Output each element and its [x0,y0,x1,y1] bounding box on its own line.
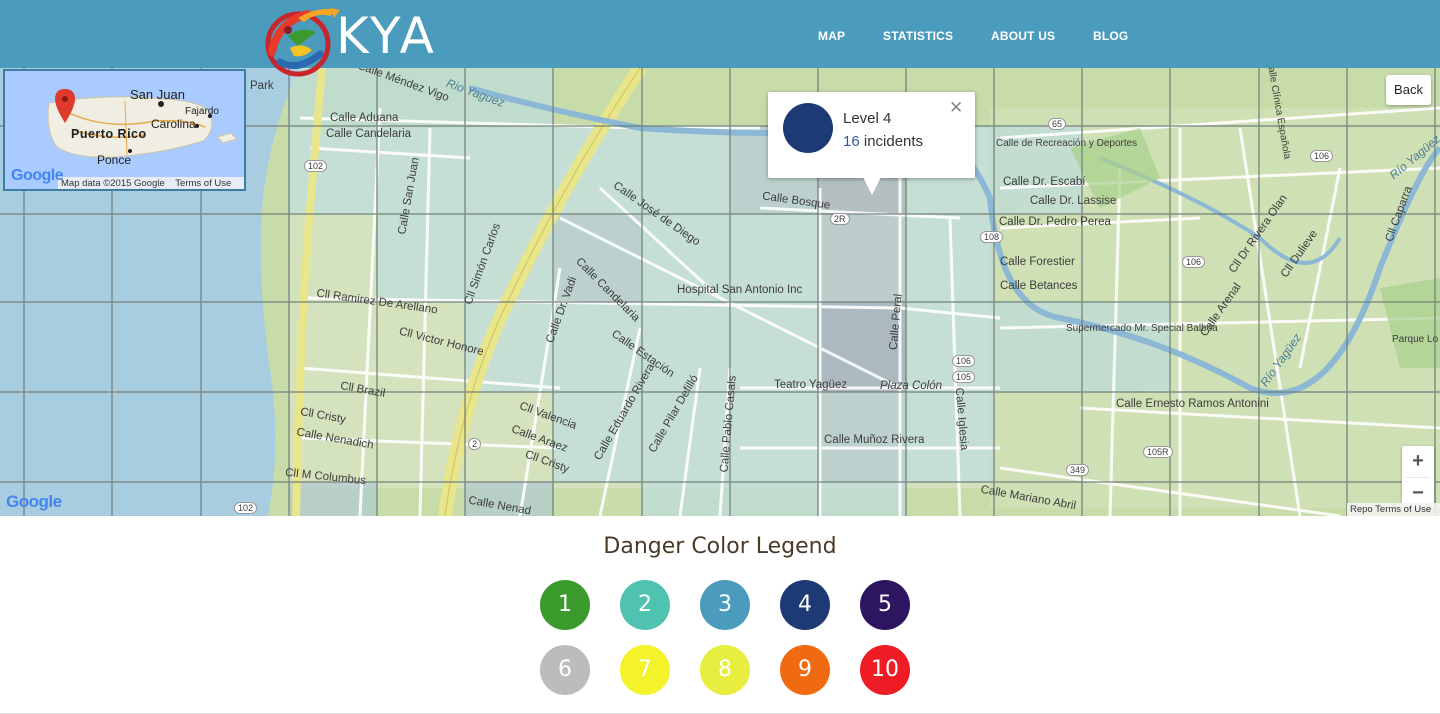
route-badge: 106 [952,355,976,367]
legend-level-2: 2 [620,580,670,630]
legend-level-6: 6 [540,645,590,695]
back-button[interactable]: Back [1386,75,1431,105]
map-label: Parque Lo Muñoz Riv [1392,334,1440,345]
map-label: Teatro Yagüez [774,379,848,391]
legend-level-8: 8 [700,645,750,695]
nav-blog[interactable]: BLOG [1093,29,1128,43]
incident-info-window: Level 4 16 incidents ✕ [768,92,975,195]
inset-city-carolina: Carolina [151,117,196,131]
route-badge: 105R [1143,446,1173,458]
inset-city-fajardo: Fajardo [185,106,219,117]
route-badge: 2 [468,438,482,450]
brand-name: KYA [336,7,437,65]
route-badge: 106 [1310,150,1334,162]
nav-about-us[interactable]: ABOUT US [991,29,1055,43]
inset-locator-map[interactable]: San Juan Fajardo Carolina Puerto Rico Po… [3,69,246,191]
legend-title: Danger Color Legend [603,534,837,559]
inset-google-logo: Google [11,167,64,184]
route-badge: 2R [830,213,850,225]
map-label: Calle Forestier [1000,256,1075,268]
info-level: Level 4 [843,110,892,127]
zoom-controls: + − [1402,446,1434,508]
inset-map-data: Map data ©2015 Google [61,178,165,189]
map-attribution[interactable]: Repo Terms of Use [1347,503,1440,516]
legend-level-10: 10 [860,645,910,695]
kya-logo[interactable]: KYA [258,2,443,78]
google-logo: Google [6,492,62,511]
nav-map[interactable]: MAP [818,29,845,43]
inset-city-ponce: Ponce [97,153,132,167]
nav-statistics[interactable]: STATISTICS [883,29,953,43]
danger-level-dot [783,103,833,153]
route-badge: 65 [1048,118,1067,130]
map-label: Calle Dr. Escabí [1003,176,1086,188]
inset-country-puerto-rico: Puerto Rico [71,127,147,141]
route-badge: 106 [1182,256,1206,268]
route-badge: 102 [304,160,328,172]
legend-level-7: 7 [620,645,670,695]
legend-level-3: 3 [700,580,750,630]
map-label: Calle de Recreación y Deportes [996,138,1138,149]
route-badge: 349 [1066,464,1090,476]
info-incident-count: 16 [843,133,860,150]
close-icon[interactable]: ✕ [949,98,963,118]
inset-attribution-bar: Map data ©2015 Google Terms of Use [58,177,244,189]
map-label: Plaza Colón [880,380,943,392]
map-label: Hospital San Antonio Inc [677,284,803,296]
info-window-tail [863,177,881,195]
inset-city-san-juan: San Juan [130,87,185,102]
top-navbar: MAP STATISTICS ABOUT US BLOG [0,0,1440,68]
route-badge: 105 [952,371,976,383]
info-incidents: 16 incidents [843,133,923,150]
route-badge: 102 [234,502,258,514]
map-label: Supermercado Mr. Special Balboa [1066,323,1218,334]
map-label: Calle Betances [1000,280,1078,292]
map-label: Calle Dr. Pedro Perea [999,216,1111,228]
legend-level-1: 1 [540,580,590,630]
inset-terms-link[interactable]: Terms of Use [167,178,231,189]
map-label: Calle Dr. Lassise [1030,195,1117,207]
info-incidents-label: incidents [863,133,924,150]
map-label: Park [250,80,274,92]
legend-level-9: 9 [780,645,830,695]
legend-level-4: 4 [780,580,830,630]
map-label: Calle Aduana [330,112,399,124]
legend-level-5: 5 [860,580,910,630]
route-badge: 108 [980,231,1004,243]
map-label: Calle Muñoz Rivera [824,434,925,446]
zoom-in-button[interactable]: + [1402,446,1434,477]
map-label: Calle Ernesto Ramos Antonini [1116,398,1269,410]
map-label: Calle Candelaria [326,128,412,140]
